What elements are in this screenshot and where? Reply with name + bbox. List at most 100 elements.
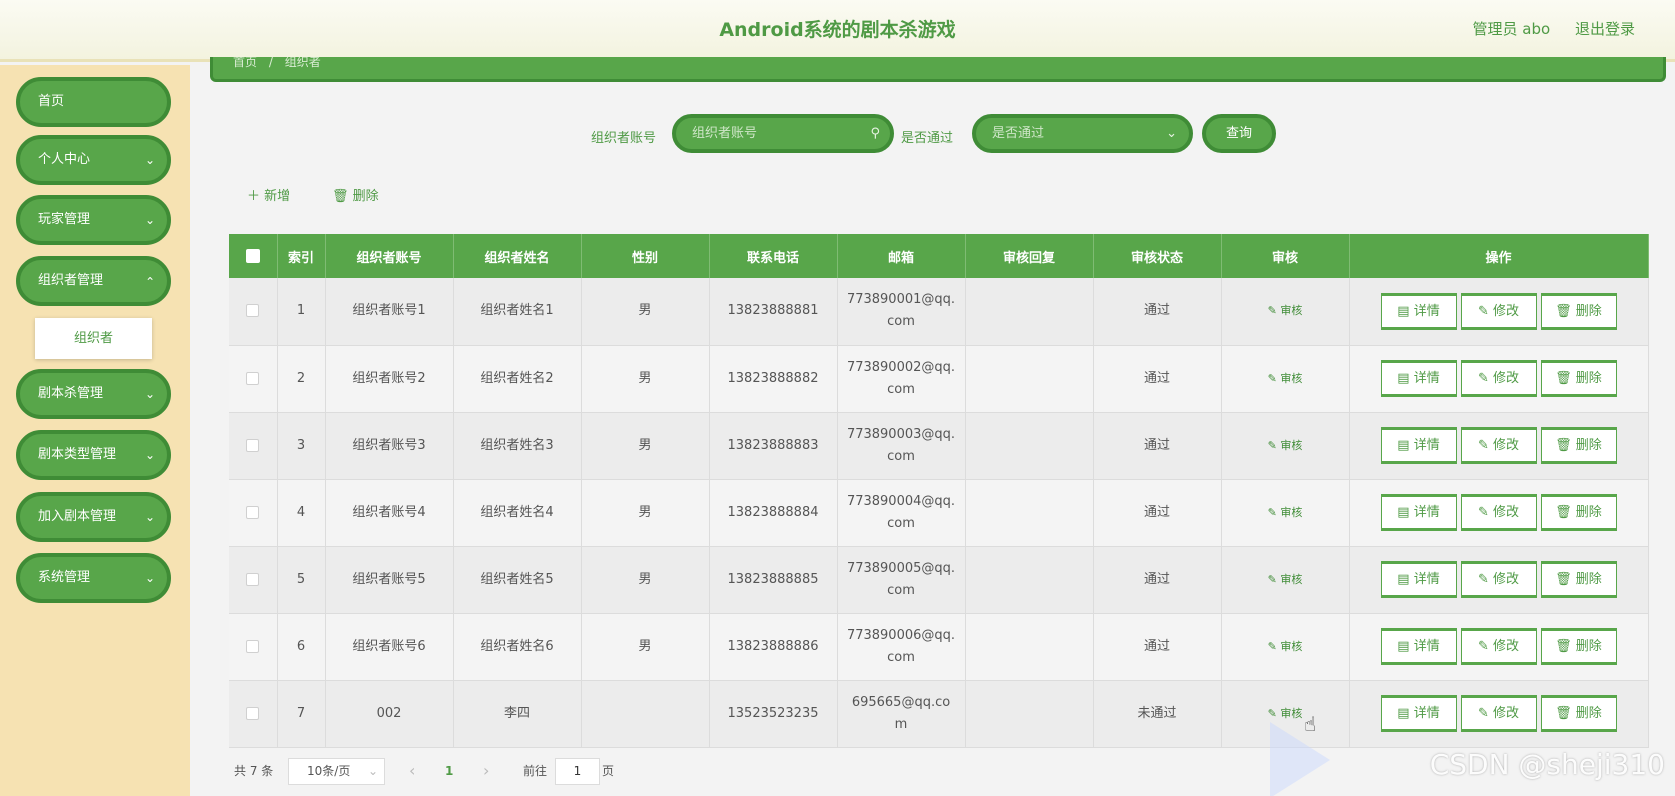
phone: 13823888881 [709,278,838,346]
sidebar-item-script-management[interactable]: 剧本杀管理 ⌄ [16,369,171,419]
row-checkbox[interactable] [229,680,278,748]
organizer-account: 组织者账号4 [325,479,454,547]
row-checkbox[interactable] [229,479,278,547]
row-checkbox[interactable] [229,278,278,346]
delete-button[interactable]: 🗑 删除 [1540,494,1617,531]
delete-button[interactable]: 🗑 删除 [1540,561,1617,598]
row-checkbox[interactable] [229,613,278,681]
delete-button[interactable]: 🗑 删除 [1540,695,1617,732]
logout-link[interactable]: 退出登录 [1575,20,1635,38]
audit-cell: ✎ 审核 [1221,546,1350,614]
sidebar-item-label: 玩家管理 [38,212,91,227]
audit-link[interactable]: ✎ 审核 [1268,506,1303,519]
audit-cell: ✎ 审核 [1221,345,1350,413]
page-number-current[interactable]: 1 [445,758,453,784]
audit-status: 通过 [1093,278,1222,346]
audit-status: 通过 [1093,613,1222,681]
email-line: 773890004@qq. [846,493,956,509]
sidebar-item-label: 加入剧本管理 [38,509,117,524]
account-search-placeholder: 组织者账号 [692,126,758,141]
detail-button[interactable]: ▤ 详情 [1380,628,1457,665]
detail-button[interactable]: ▤ 详情 [1380,427,1457,464]
chevron-down-icon: ⌄ [367,764,378,778]
sidebar-item-join-script-management[interactable]: 加入剧本管理 ⌄ [16,492,171,542]
detail-button[interactable]: ▤ 详情 [1380,494,1457,531]
detail-button[interactable]: ▤ 详情 [1380,695,1457,732]
audit-link[interactable]: ✎ 审核 [1268,640,1303,653]
chevron-up-icon: ⌄ [144,274,155,288]
account-search-input[interactable]: 组织者账号 ⚲ [672,114,894,153]
submenu-item-organizer[interactable]: 组织者 [35,318,152,359]
phone: 13523523235 [709,680,838,748]
edit-button[interactable]: ✎ 修改 [1460,628,1537,665]
row-checkbox[interactable] [229,412,278,480]
organizer-account: 组织者账号6 [325,613,454,681]
sidebar-item-personal-center[interactable]: 个人中心 ⌄ [16,135,171,185]
row-checkbox[interactable] [229,546,278,614]
sidebar-item-system-management[interactable]: 系统管理 ⌄ [16,553,171,603]
detail-button[interactable]: ▤ 详情 [1380,292,1457,330]
add-button[interactable]: ＋ 新增 [247,185,290,204]
edit-button[interactable]: ✎ 修改 [1460,695,1537,732]
edit-button[interactable]: ✎ 修改 [1460,427,1537,464]
edit-button[interactable]: ✎ 修改 [1460,494,1537,531]
phone: 13823888883 [709,412,838,480]
email-line: 773890006@qq. [846,627,956,643]
table-row: 7 002 李四 13523523235 695665@qq.co m 未通过 ✎ 审核 ▤ 详… [229,680,1649,748]
row-checkbox[interactable] [229,345,278,413]
page-size-select[interactable]: 10条/页 ⌄ [288,758,385,785]
actions-cell: ▤ 详情 ✎ 修改 🗑 删除 [1349,412,1649,480]
query-button[interactable]: 查询 [1202,114,1276,153]
table-row: 3 组织者账号3 组织者姓名3 男 13823888883 773890003@qq. co… [229,412,1649,480]
goto-page-input[interactable]: 1 [555,758,600,785]
email-line: m [894,716,908,732]
gender: 男 [581,613,710,681]
delete-button[interactable]: 🗑 删除 [1540,292,1617,330]
organizer-name: 组织者姓名5 [453,546,582,614]
organizer-name: 组织者姓名1 [453,278,582,346]
delete-button[interactable]: 🗑 删除 [1540,628,1617,665]
detail-button[interactable]: ▤ 详情 [1380,360,1457,397]
pass-filter-label: 是否通过 [901,131,954,146]
organizer-account: 002 [325,680,454,748]
audit-link[interactable]: ✎ 审核 [1268,707,1303,720]
sidebar-item-player-management[interactable]: 玩家管理 ⌄ [16,195,171,245]
delete-button[interactable]: 🗑 删除 [1540,427,1617,464]
breadcrumb-home[interactable]: 首页 [233,57,257,69]
detail-button[interactable]: ▤ 详情 [1380,561,1457,598]
column-header: 组织者姓名 [453,234,582,278]
email: 695665@qq.co m [837,680,966,748]
column-header: 审核状态 [1093,234,1222,278]
chevron-down-icon: ⌄ [144,510,155,524]
audit-reply [965,278,1094,346]
audit-status: 通过 [1093,546,1222,614]
batch-delete-button[interactable]: 🗑 删除 [332,185,379,204]
edit-button[interactable]: ✎ 修改 [1460,292,1537,330]
sidebar-item-script-type-management[interactable]: 剧本类型管理 ⌄ [16,430,171,480]
audit-reply [965,479,1094,547]
sidebar-item-home[interactable]: 首页 [16,77,171,127]
email: 773890003@qq. com [837,412,966,480]
audit-link[interactable]: ✎ 审核 [1268,439,1303,452]
column-header: 审核回复 [965,234,1094,278]
delete-button[interactable]: 🗑 删除 [1540,360,1617,397]
table-header-row: 索引 组织者账号 组织者姓名 性别 联系电话 邮箱 审核回复 审核状态 审核 操… [229,234,1649,278]
pass-filter-select[interactable]: 是否通过 ⌄ [972,114,1193,153]
sidebar-item-organizer-management[interactable]: 组织者管理 ⌄ [16,256,171,306]
organizer-name: 李四 [453,680,582,748]
edit-button[interactable]: ✎ 修改 [1460,360,1537,397]
gender: 男 [581,546,710,614]
breadcrumb-current: 组织者 [284,57,321,69]
row-index: 5 [277,546,326,614]
audit-link[interactable]: ✎ 审核 [1268,372,1303,385]
organizer-name: 组织者姓名3 [453,412,582,480]
audit-status: 通过 [1093,412,1222,480]
next-page-button[interactable]: › [483,758,489,784]
audit-link[interactable]: ✎ 审核 [1268,573,1303,586]
prev-page-button[interactable]: ‹ [409,758,415,784]
email-line: com [887,582,915,598]
edit-button[interactable]: ✎ 修改 [1460,561,1537,598]
sidebar-item-label: 首页 [38,94,65,109]
select-all-checkbox[interactable] [229,234,278,278]
audit-link[interactable]: ✎ 审核 [1268,304,1303,317]
